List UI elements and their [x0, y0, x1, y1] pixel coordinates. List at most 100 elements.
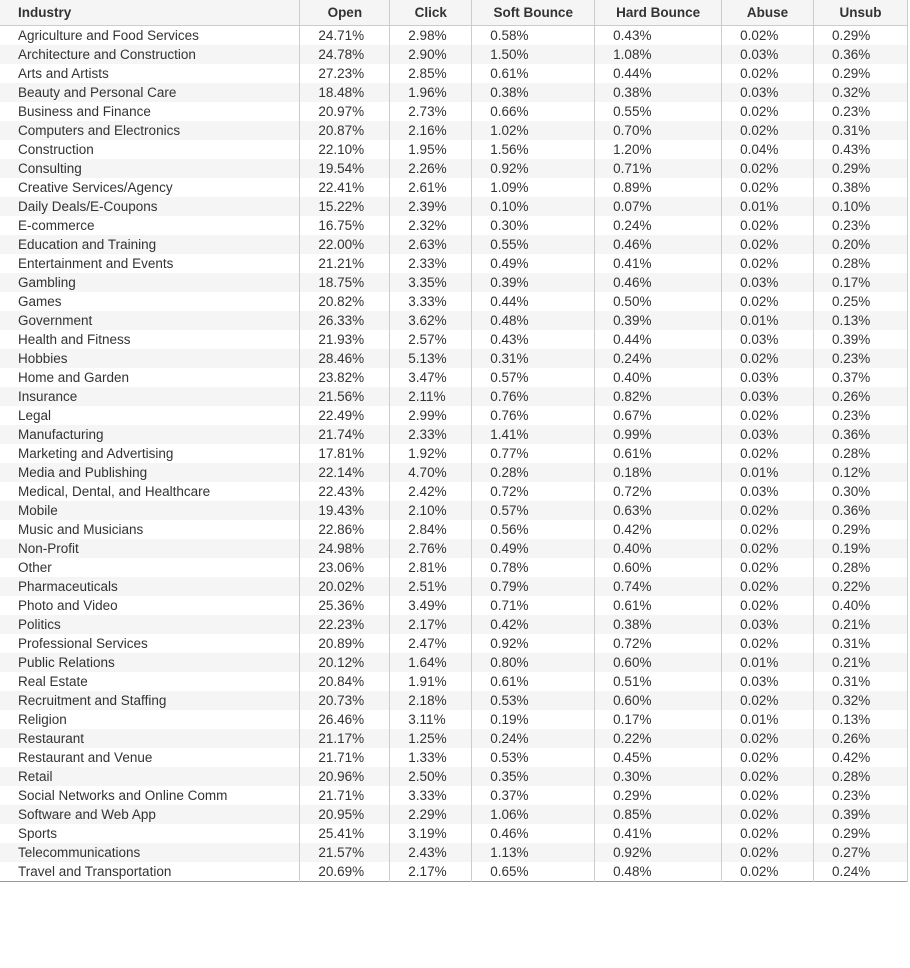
cell-open: 22.10%: [300, 140, 390, 159]
table-row: Government26.33%3.62%0.48%0.39%0.01%0.13…: [0, 311, 908, 330]
cell-industry: Mobile: [0, 501, 300, 520]
cell-open: 20.96%: [300, 767, 390, 786]
col-header-unsub: Unsub: [814, 0, 908, 26]
cell-click: 2.90%: [390, 45, 472, 64]
cell-click: 1.92%: [390, 444, 472, 463]
cell-click: 1.25%: [390, 729, 472, 748]
cell-industry: Agriculture and Food Services: [0, 26, 300, 46]
cell-abuse: 0.02%: [722, 178, 814, 197]
cell-unsub: 0.29%: [814, 159, 908, 178]
cell-open: 20.89%: [300, 634, 390, 653]
cell-soft-bounce: 0.49%: [472, 254, 595, 273]
cell-industry: Entertainment and Events: [0, 254, 300, 273]
cell-hard-bounce: 0.82%: [595, 387, 722, 406]
cell-click: 2.76%: [390, 539, 472, 558]
table-row: E-commerce16.75%2.32%0.30%0.24%0.02%0.23…: [0, 216, 908, 235]
table-row: Mobile19.43%2.10%0.57%0.63%0.02%0.36%: [0, 501, 908, 520]
cell-soft-bounce: 1.50%: [472, 45, 595, 64]
table-row: Business and Finance20.97%2.73%0.66%0.55…: [0, 102, 908, 121]
cell-industry: Telecommunications: [0, 843, 300, 862]
cell-unsub: 0.21%: [814, 653, 908, 672]
cell-industry: Health and Fitness: [0, 330, 300, 349]
cell-unsub: 0.36%: [814, 501, 908, 520]
cell-hard-bounce: 0.18%: [595, 463, 722, 482]
cell-industry: Insurance: [0, 387, 300, 406]
cell-unsub: 0.42%: [814, 748, 908, 767]
cell-hard-bounce: 0.99%: [595, 425, 722, 444]
cell-industry: Software and Web App: [0, 805, 300, 824]
cell-unsub: 0.27%: [814, 843, 908, 862]
table-row: Real Estate20.84%1.91%0.61%0.51%0.03%0.3…: [0, 672, 908, 691]
cell-unsub: 0.36%: [814, 45, 908, 64]
cell-unsub: 0.25%: [814, 292, 908, 311]
cell-soft-bounce: 0.31%: [472, 349, 595, 368]
cell-hard-bounce: 0.55%: [595, 102, 722, 121]
cell-open: 25.36%: [300, 596, 390, 615]
cell-click: 2.10%: [390, 501, 472, 520]
cell-open: 20.97%: [300, 102, 390, 121]
table-row: Daily Deals/E-Coupons15.22%2.39%0.10%0.0…: [0, 197, 908, 216]
cell-open: 24.98%: [300, 539, 390, 558]
cell-open: 16.75%: [300, 216, 390, 235]
cell-industry: Other: [0, 558, 300, 577]
cell-soft-bounce: 0.92%: [472, 634, 595, 653]
cell-industry: Arts and Artists: [0, 64, 300, 83]
table-row: Software and Web App20.95%2.29%1.06%0.85…: [0, 805, 908, 824]
cell-industry: Creative Services/Agency: [0, 178, 300, 197]
col-header-abuse: Abuse: [722, 0, 814, 26]
cell-open: 18.75%: [300, 273, 390, 292]
cell-click: 2.26%: [390, 159, 472, 178]
email-benchmarks-table: Industry Open Click Soft Bounce Hard Bou…: [0, 0, 908, 882]
cell-click: 2.73%: [390, 102, 472, 121]
cell-hard-bounce: 1.08%: [595, 45, 722, 64]
table-row: Politics22.23%2.17%0.42%0.38%0.03%0.21%: [0, 615, 908, 634]
table-row: Pharmaceuticals20.02%2.51%0.79%0.74%0.02…: [0, 577, 908, 596]
cell-industry: Photo and Video: [0, 596, 300, 615]
table-row: Beauty and Personal Care18.48%1.96%0.38%…: [0, 83, 908, 102]
cell-hard-bounce: 0.40%: [595, 539, 722, 558]
cell-click: 2.17%: [390, 862, 472, 882]
cell-soft-bounce: 0.24%: [472, 729, 595, 748]
cell-abuse: 0.03%: [722, 425, 814, 444]
cell-click: 3.62%: [390, 311, 472, 330]
cell-soft-bounce: 0.38%: [472, 83, 595, 102]
cell-hard-bounce: 0.92%: [595, 843, 722, 862]
cell-click: 1.91%: [390, 672, 472, 691]
cell-open: 22.86%: [300, 520, 390, 539]
cell-unsub: 0.13%: [814, 710, 908, 729]
cell-unsub: 0.29%: [814, 26, 908, 46]
table-row: Recruitment and Staffing20.73%2.18%0.53%…: [0, 691, 908, 710]
cell-soft-bounce: 0.65%: [472, 862, 595, 882]
cell-abuse: 0.01%: [722, 653, 814, 672]
cell-abuse: 0.02%: [722, 748, 814, 767]
cell-hard-bounce: 0.70%: [595, 121, 722, 140]
table-row: Professional Services20.89%2.47%0.92%0.7…: [0, 634, 908, 653]
cell-click: 1.96%: [390, 83, 472, 102]
cell-unsub: 0.31%: [814, 672, 908, 691]
cell-hard-bounce: 0.22%: [595, 729, 722, 748]
table-body: Agriculture and Food Services24.71%2.98%…: [0, 26, 908, 882]
table-row: Construction22.10%1.95%1.56%1.20%0.04%0.…: [0, 140, 908, 159]
cell-industry: Religion: [0, 710, 300, 729]
cell-open: 20.87%: [300, 121, 390, 140]
cell-abuse: 0.02%: [722, 520, 814, 539]
cell-hard-bounce: 0.60%: [595, 653, 722, 672]
table-row: Games20.82%3.33%0.44%0.50%0.02%0.25%: [0, 292, 908, 311]
cell-click: 2.50%: [390, 767, 472, 786]
cell-industry: Games: [0, 292, 300, 311]
table-row: Music and Musicians22.86%2.84%0.56%0.42%…: [0, 520, 908, 539]
cell-unsub: 0.12%: [814, 463, 908, 482]
cell-soft-bounce: 1.06%: [472, 805, 595, 824]
col-header-industry: Industry: [0, 0, 300, 26]
cell-industry: Social Networks and Online Comm: [0, 786, 300, 805]
cell-click: 3.47%: [390, 368, 472, 387]
table-row: Arts and Artists27.23%2.85%0.61%0.44%0.0…: [0, 64, 908, 83]
cell-soft-bounce: 0.57%: [472, 501, 595, 520]
cell-soft-bounce: 0.44%: [472, 292, 595, 311]
cell-click: 2.57%: [390, 330, 472, 349]
cell-unsub: 0.23%: [814, 349, 908, 368]
cell-abuse: 0.03%: [722, 368, 814, 387]
cell-soft-bounce: 1.56%: [472, 140, 595, 159]
cell-click: 2.98%: [390, 26, 472, 46]
cell-abuse: 0.02%: [722, 767, 814, 786]
